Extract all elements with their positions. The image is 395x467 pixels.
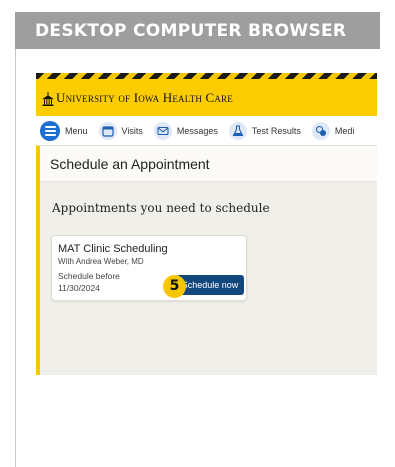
calendar-icon — [98, 121, 117, 140]
appointment-card: MAT Clinic Scheduling With Andrea Weber,… — [51, 235, 247, 301]
schedule-now-button[interactable]: Schedule now — [176, 275, 244, 295]
provider-name: With Andrea Weber, MD — [58, 257, 144, 266]
slide-banner: DESKTOP COMPUTER BROWSER — [15, 12, 380, 49]
menu-icon — [40, 120, 60, 141]
nav-item-visits[interactable]: Visits — [98, 121, 143, 140]
step-number-badge: 5 — [163, 275, 186, 298]
site-logo[interactable]: University of Iowa Health Care — [42, 90, 233, 106]
nav-item-messages[interactable]: Messages — [153, 121, 218, 140]
flask-icon — [228, 121, 247, 140]
appointment-title: MAT Clinic Scheduling — [58, 243, 168, 255]
page-title: Schedule an Appointment — [50, 156, 210, 172]
nav-label-test-results: Test Results — [251, 125, 301, 136]
nav-label-messages: Messages — [176, 125, 218, 136]
schedule-before-label: Schedule before — [58, 271, 120, 281]
nav-label-menu: Menu — [65, 125, 88, 136]
logo-text: University of Iowa Health Care — [56, 90, 233, 105]
nav-item-medications[interactable]: Medi — [311, 121, 355, 140]
banner-title: DESKTOP COMPUTER BROWSER — [35, 21, 347, 41]
pills-icon — [311, 121, 330, 140]
schedule-before-date: 11/30/2024 — [58, 283, 100, 293]
page-title-bar: Schedule an Appointment — [40, 146, 377, 182]
old-capitol-icon — [42, 92, 54, 106]
main-content: Schedule an Appointment Appointments you… — [36, 146, 377, 375]
site-header: University of Iowa Health Care — [36, 79, 377, 116]
tutorial-slide: DESKTOP COMPUTER BROWSER University of I… — [0, 0, 395, 467]
main-nav: Menu Visits Messages Test Results Medi — [36, 116, 377, 146]
nav-item-menu[interactable]: Menu — [36, 120, 88, 141]
section-heading: Appointments you need to schedule — [52, 201, 270, 215]
slide-frame: University of Iowa Health Care Menu Visi… — [15, 49, 380, 467]
nav-item-test-results[interactable]: Test Results — [228, 121, 301, 140]
nav-label-visits: Visits — [121, 125, 143, 136]
envelope-icon — [153, 121, 172, 140]
browser-viewport: University of Iowa Health Care Menu Visi… — [36, 73, 377, 375]
nav-label-medications: Medi — [334, 125, 355, 136]
